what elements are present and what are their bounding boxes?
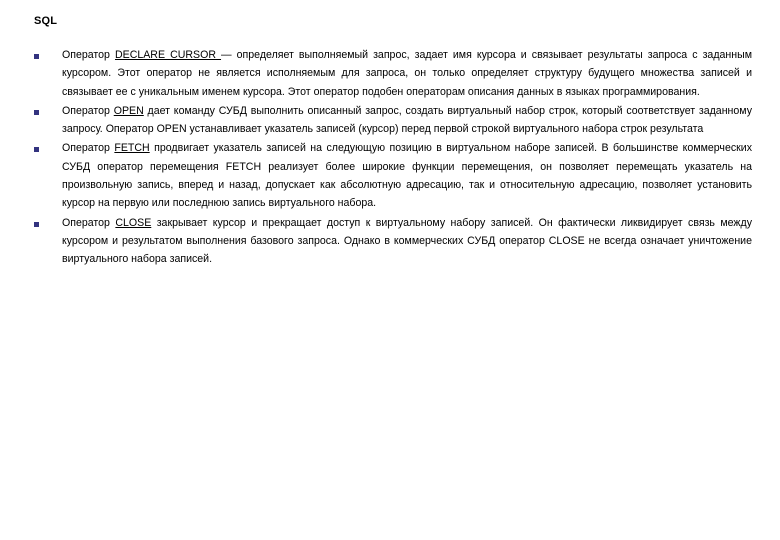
keyword-open: OPEN <box>113 104 144 117</box>
keyword-fetch: FETCH <box>114 142 150 155</box>
list-item-lead: Оператор <box>62 49 115 61</box>
square-bullet-icon <box>34 46 62 59</box>
bullet-list: Оператор DECLARE CURSOR — определяет вып… <box>34 46 752 270</box>
list-item-body: дает команду СУБД выполнить описанный за… <box>62 104 752 136</box>
list-item-text: Оператор OPEN дает команду СУБД выполнит… <box>62 102 752 139</box>
keyword-declare-cursor: DECLARE CURSOR <box>114 49 222 61</box>
square-bullet-icon <box>34 139 62 153</box>
list-item-lead: Оператор <box>62 142 115 155</box>
list-item: Оператор DECLARE CURSOR — определяет вып… <box>34 46 752 101</box>
list-item-lead: Оператор <box>62 104 114 117</box>
slide-canvas: SQL Оператор DECLARE CURSOR — определяет… <box>0 0 780 540</box>
list-item-lead: Оператор <box>62 216 116 229</box>
list-item-text: Оператор DECLARE CURSOR — определяет вып… <box>62 46 752 101</box>
list-item: Оператор OPEN дает команду СУБД выполнит… <box>34 102 752 139</box>
square-bullet-icon <box>34 102 62 115</box>
keyword-close: CLOSE <box>115 216 152 229</box>
list-item-text: Оператор CLOSE закрывает курсор и прекра… <box>62 214 752 269</box>
square-bullet-icon <box>34 214 62 227</box>
page-title: SQL <box>34 15 58 27</box>
list-item-body: закрывает курсор и прекращает доступ к в… <box>62 216 752 266</box>
list-item: Оператор FETCH продвигает указатель запи… <box>34 139 752 212</box>
list-item: Оператор CLOSE закрывает курсор и прекра… <box>34 214 752 269</box>
list-item-text: Оператор FETCH продвигает указатель запи… <box>62 139 752 212</box>
list-item-body: продвигает указатель записей на следующу… <box>62 142 752 210</box>
